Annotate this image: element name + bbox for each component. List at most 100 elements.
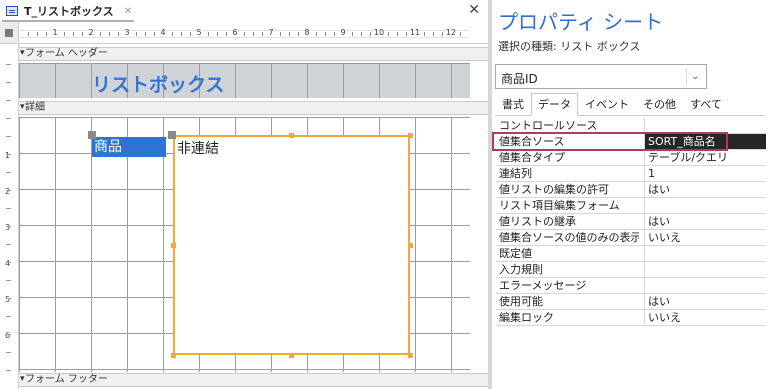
property-row[interactable]: リスト項目編集フォーム [496,198,766,214]
ruler-number: 3 [124,28,130,37]
resize-handle-top[interactable] [289,133,294,138]
tab-close-icon[interactable]: ✕ [124,6,132,17]
property-sheet-title: プロパティ シート [498,10,664,34]
vertical-ruler-number: 6 [5,331,11,340]
tab-format[interactable]: 書式 [495,93,531,116]
property-row[interactable]: 値集合タイプ テーブル/クエリ [496,150,766,166]
form-selector[interactable] [0,22,19,44]
ruler-tick [73,32,74,36]
ruler-tick [298,32,299,36]
property-name: エラーメッセージ [499,279,587,292]
horizontal-ruler[interactable]: 1 2 3 4 5 6 7 8 9 10 11 12 [19,22,488,44]
resize-handle-top-right[interactable] [408,133,413,138]
property-value[interactable]: はい [644,214,766,229]
ruler-tick [460,32,461,36]
property-value[interactable] [644,198,766,213]
form-footer-bar[interactable]: ▾ フォーム フッター [19,373,488,387]
ruler-tick [145,32,146,36]
ruler-tick [280,32,281,36]
property-value[interactable]: テーブル/クエリ [644,150,766,165]
vertical-ruler-tick [6,172,11,173]
resize-handle-right[interactable] [408,243,413,248]
vertical-ruler-tick [6,136,11,137]
property-row[interactable]: 連結列 1 [496,166,766,182]
chevron-down-icon[interactable]: ⌄ [686,67,704,86]
property-sheet: プロパティ シート 選択の種類: リスト ボックス 商品ID ⌄ 書式 データ イベ… [492,0,768,389]
property-value[interactable] [644,118,766,133]
form-header-bar[interactable]: ▾ フォーム ヘッダー [19,47,488,61]
product-label-control[interactable]: 商品 [92,137,166,157]
document-tab[interactable]: T_リストボックス ✕ [2,2,134,22]
header-title-label[interactable]: リストボックス [92,70,224,97]
resize-handle-bottom[interactable] [289,353,294,358]
ruler-tick [190,32,191,36]
property-value[interactable]: はい [644,182,766,197]
ruler-tick [181,32,182,36]
property-value[interactable]: いいえ [644,230,766,245]
ruler-tick [46,32,47,36]
property-row[interactable]: 値リストの継承 はい [496,214,766,230]
property-name: 編集ロック [499,311,554,324]
property-value[interactable]: 1 [644,166,766,181]
ruler-number: 2 [88,28,94,37]
tab-data[interactable]: データ [531,93,578,116]
listbox-control[interactable]: 非連結 [173,135,410,355]
detail-margin [470,117,488,372]
ruler-number: 9 [340,28,346,37]
ruler-number: 11 [409,28,421,37]
selection-type-label: 選択の種類: リスト ボックス [498,40,641,53]
ruler-number: 8 [304,28,310,37]
property-value[interactable]: いいえ [644,310,766,325]
resize-handle-bottom-right[interactable] [408,353,413,358]
form-header-label: フォーム ヘッダー [25,48,108,59]
property-row[interactable]: 編集ロック いいえ [496,310,766,326]
tab-event[interactable]: イベント [578,93,636,116]
listbox-move-handle[interactable] [168,131,176,139]
label-move-handle[interactable] [88,131,96,139]
ruler-number: 6 [232,28,238,37]
vertical-ruler[interactable]: 1 2 3 4 5 6 [0,44,19,389]
ruler-number: 1 [52,28,58,37]
property-value[interactable] [644,246,766,261]
property-row[interactable]: 値リストの編集の許可 はい [496,182,766,198]
ruler-tick [109,32,110,36]
ruler-tick [226,32,227,36]
ruler-number: 7 [268,28,274,37]
property-name: 値リストの継承 [499,215,576,228]
property-name: 連結列 [499,167,532,180]
resize-handle-bottom-left[interactable] [171,353,176,358]
ruler-tick [244,32,245,36]
ruler-tick [37,32,38,36]
property-name: 既定値 [499,247,532,260]
resize-handle-left[interactable] [171,243,176,248]
ruler-tick [289,32,290,36]
property-row[interactable]: 値集合ソースの値のみの表示 いいえ [496,230,766,246]
ruler-tick [100,32,101,36]
property-name: 値集合ソースの値のみの表示 [499,231,639,244]
control-selector-value: 商品ID [501,72,538,86]
ruler-number: 12 [445,28,457,37]
control-selector-dropdown[interactable]: 商品ID ⌄ [495,64,707,89]
property-name: コントロールソース [499,119,598,132]
vertical-ruler-number: 5 [5,295,11,304]
tab-other[interactable]: その他 [636,93,683,116]
ruler-number: 10 [373,28,385,37]
tab-all[interactable]: すべて [683,93,729,116]
property-row[interactable]: 入力規則 [496,262,766,278]
ruler-tick [28,32,29,36]
property-value[interactable] [644,262,766,277]
vertical-ruler-tick [6,190,11,191]
property-value[interactable] [644,278,766,293]
property-value[interactable]: はい [644,294,766,309]
ruler-tick [334,32,335,36]
form-header-section[interactable] [19,63,470,98]
highlight-box [492,132,728,151]
property-row[interactable]: エラーメッセージ [496,278,766,294]
property-row[interactable]: 既定値 [496,246,766,262]
form-designer: T_リストボックス ✕ ✕ 1 2 3 4 5 6 7 8 9 10 11 12 123456 ▾ フ… [0,0,488,389]
property-row[interactable]: 使用可能 はい [496,294,766,310]
detail-bar[interactable]: ▾ 詳細 [19,101,488,115]
ruler-number: 5 [196,28,202,37]
section-marker-icon: ▾ [20,48,25,58]
close-icon[interactable]: ✕ [468,2,480,18]
